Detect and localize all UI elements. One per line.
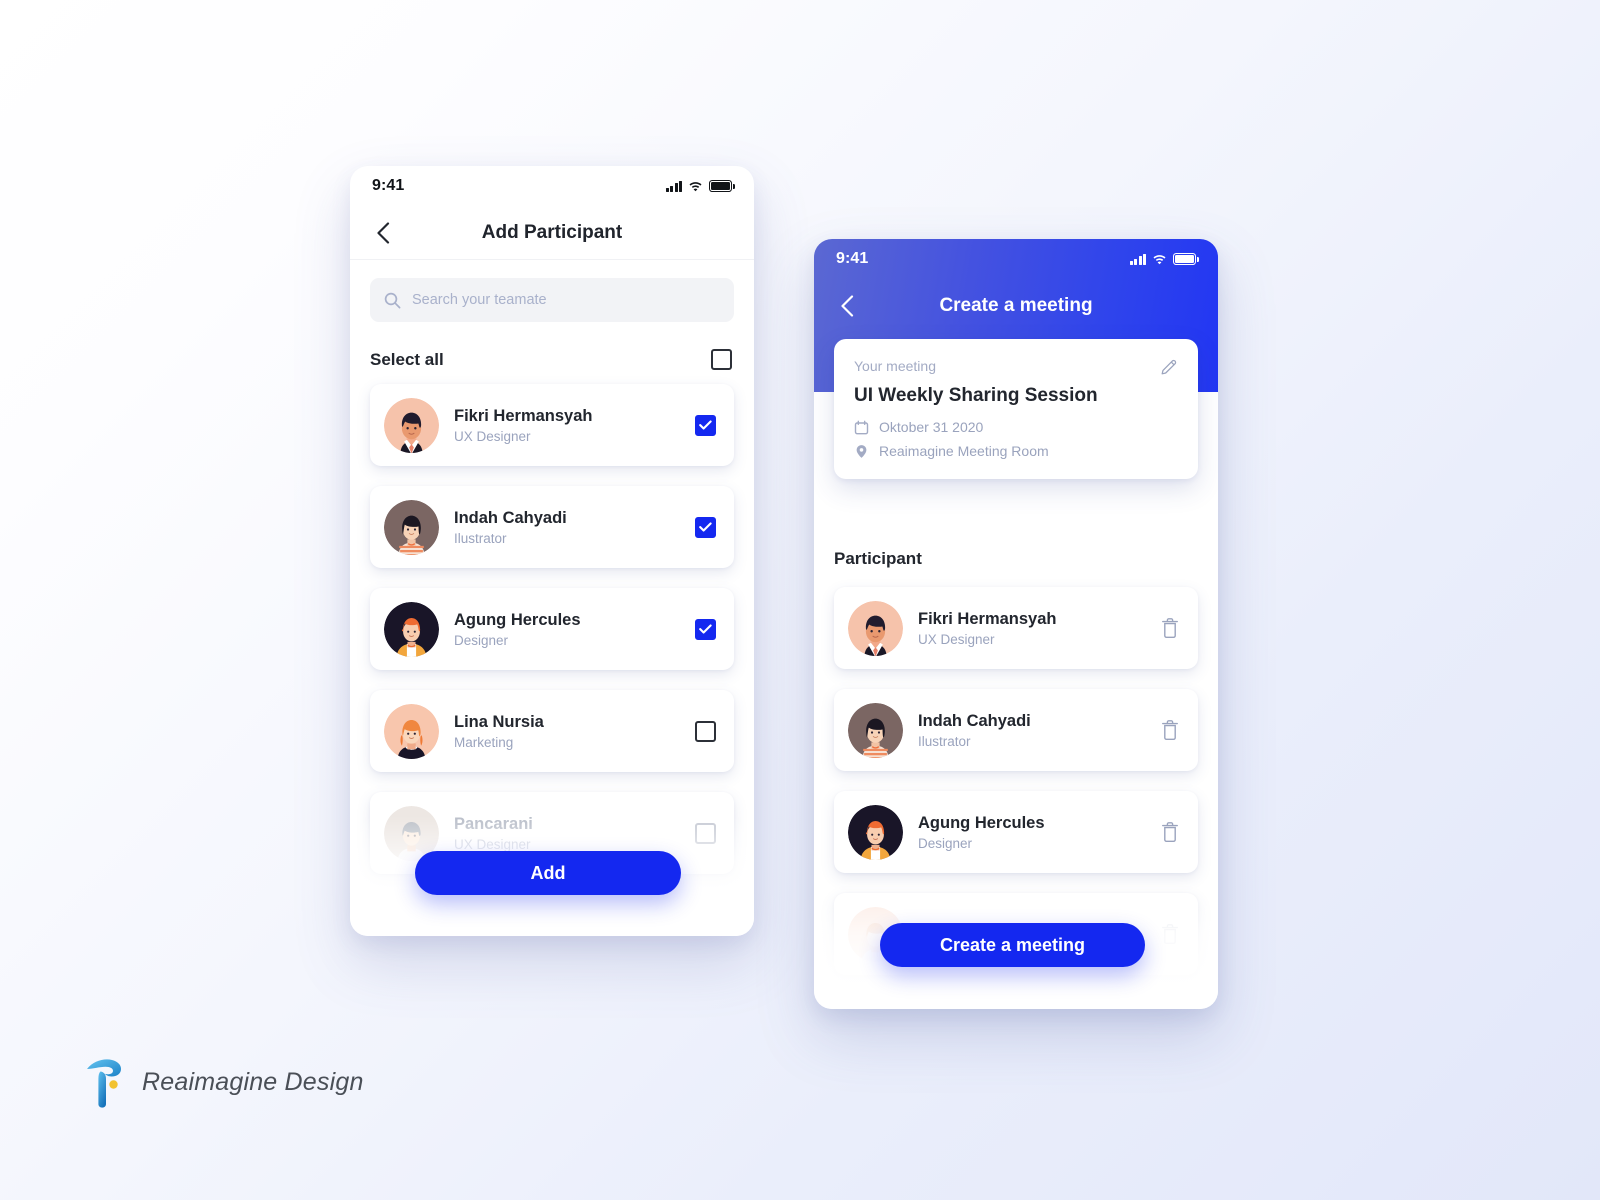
search-input[interactable] — [412, 292, 720, 308]
map-pin-icon — [856, 444, 867, 458]
select-all-label: Select all — [370, 349, 444, 369]
chevron-left-icon — [377, 221, 390, 244]
brand-name: Reaimagine Design — [142, 1067, 364, 1096]
person-name: Fikri Hermansyah — [918, 609, 1057, 628]
avatar-fikri — [384, 397, 439, 453]
select-all-checkbox[interactable] — [711, 349, 732, 370]
cellular-signal-icon — [666, 180, 682, 192]
list-item[interactable]: Fikri Hermansyah UX Designer — [834, 587, 1198, 669]
list-item[interactable]: Agung Hercules Designer — [834, 791, 1198, 873]
meeting-card-header: Your meeting — [854, 358, 1178, 376]
avatar-indah — [384, 499, 439, 555]
person-info: Indah Cahyadi Ilustrator — [454, 508, 680, 547]
list-item[interactable]: Indah Cahyadi Ilustrator — [370, 486, 734, 568]
meeting-summary-card: Your meeting UI Weekly Sharing Session O… — [834, 339, 1198, 479]
person-checkbox[interactable] — [695, 414, 716, 436]
meeting-location-row: Reaimagine Meeting Room — [854, 443, 1178, 459]
person-role: Marketing — [454, 735, 514, 751]
reaimagine-r-logo-icon — [87, 1059, 121, 1108]
person-name: Indah Cahyadi — [918, 711, 1031, 730]
meeting-date-row: Oktober 31 2020 — [854, 419, 1178, 435]
person-role: Ilustrator — [454, 531, 507, 547]
person-info: Indah Cahyadi Ilustrator — [918, 711, 1145, 750]
trash-icon[interactable] — [1160, 923, 1180, 945]
meeting-location: Reaimagine Meeting Room — [879, 443, 1049, 459]
person-info: Fikri Hermansyah UX Designer — [918, 609, 1145, 648]
battery-full-icon — [709, 180, 735, 192]
trash-icon[interactable] — [1160, 617, 1180, 639]
person-checkbox[interactable] — [695, 822, 716, 844]
checkmark-icon — [699, 420, 712, 430]
person-name: Agung Hercules — [918, 813, 1045, 832]
person-role: Designer — [454, 633, 509, 649]
avatar-indah — [848, 702, 903, 758]
nav-bar: Add Participant — [350, 206, 754, 260]
person-name: Lina Nursia — [454, 712, 544, 731]
meeting-date: Oktober 31 2020 — [879, 419, 984, 435]
meeting-card-label: Your meeting — [854, 358, 936, 374]
person-info: Agung Hercules Designer — [918, 813, 1145, 852]
brand: Reaimagine Design — [84, 1056, 364, 1108]
person-checkbox[interactable] — [695, 720, 716, 742]
checkmark-icon — [699, 522, 712, 532]
add-participant-body: Select all — [350, 260, 754, 936]
search-bar[interactable] — [370, 278, 734, 322]
list-item[interactable]: Agung Hercules Designer — [370, 588, 734, 670]
person-role: UX Designer — [918, 632, 995, 648]
avatar-agung — [848, 804, 903, 860]
status-bar: 9:41 — [350, 166, 754, 206]
create-meeting-button[interactable]: Create a meeting — [880, 923, 1145, 967]
calendar-icon — [854, 420, 869, 434]
status-bar-icons — [666, 180, 735, 192]
person-role: Ilustrator — [918, 734, 971, 750]
avatar-fikri — [848, 600, 903, 656]
person-name: Fikri Hermansyah — [454, 406, 593, 425]
select-all-row[interactable]: Select all — [370, 349, 734, 370]
list-item[interactable]: Fikri Hermansyah UX Designer — [370, 384, 734, 466]
add-button[interactable]: Add — [415, 851, 681, 895]
avatar-lina — [384, 703, 439, 759]
person-role: Designer — [918, 836, 973, 852]
page-title: Add Participant — [481, 221, 623, 243]
status-bar-time: 9:41 — [372, 177, 405, 194]
person-info: Agung Hercules Designer — [454, 610, 680, 649]
meeting-title: UI Weekly Sharing Session — [854, 385, 1098, 406]
back-button[interactable] — [372, 221, 394, 244]
people-list: Fikri Hermansyah UX Designer Indah Cahya… — [370, 384, 734, 874]
participant-heading: Participant — [834, 549, 922, 568]
pencil-edit-icon[interactable] — [1160, 358, 1178, 376]
person-checkbox[interactable] — [695, 618, 716, 640]
list-item[interactable]: Lina Nursia Marketing — [370, 690, 734, 772]
list-item[interactable]: Indah Cahyadi Ilustrator — [834, 689, 1198, 771]
person-info: Lina Nursia Marketing — [454, 712, 680, 751]
person-info: Pancarani UX Designer — [454, 814, 680, 853]
trash-icon[interactable] — [1160, 719, 1180, 741]
person-checkbox[interactable] — [695, 516, 716, 538]
wifi-icon — [689, 182, 702, 192]
search-icon — [384, 292, 401, 308]
phone-create-meeting: 9:41 Create a meeting Your meeting UI We… — [814, 239, 1218, 1009]
phone-add-participant: 9:41 Add Participant Select all — [350, 166, 754, 936]
checkmark-icon — [699, 624, 712, 634]
person-name: Pancarani — [454, 814, 533, 833]
trash-icon[interactable] — [1160, 821, 1180, 843]
person-role: UX Designer — [454, 429, 531, 445]
person-info: Fikri Hermansyah UX Designer — [454, 406, 680, 445]
create-meeting-body: Your meeting UI Weekly Sharing Session O… — [814, 239, 1218, 1009]
person-name: Agung Hercules — [454, 610, 581, 629]
avatar-agung — [384, 601, 439, 657]
person-name: Indah Cahyadi — [454, 508, 567, 527]
